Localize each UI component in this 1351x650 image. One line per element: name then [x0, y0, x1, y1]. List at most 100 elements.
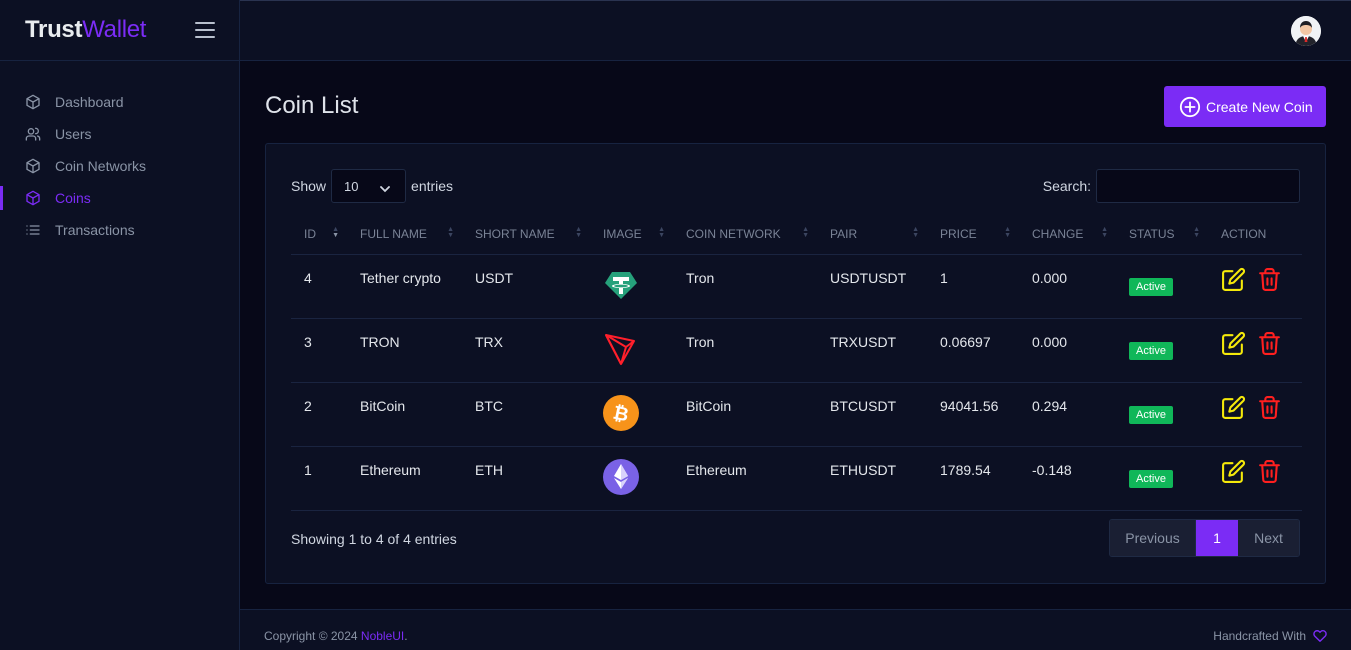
- status-badge: Active: [1129, 469, 1173, 488]
- cell-full-name: Tether crypto: [347, 254, 462, 319]
- edit-icon[interactable]: [1221, 395, 1246, 420]
- column-header-id[interactable]: ID ▲ ▼: [291, 214, 347, 255]
- column-header-change[interactable]: CHANGE ▲ ▼: [1019, 214, 1116, 255]
- sort-icon: ▲ ▼: [1193, 226, 1200, 239]
- pagination-previous-button[interactable]: Previous: [1110, 520, 1196, 556]
- cell-action: [1208, 446, 1302, 511]
- sort-icon: ▲ ▼: [332, 226, 339, 239]
- cell-action: [1208, 382, 1302, 447]
- pagination-next-button[interactable]: Next: [1238, 520, 1299, 556]
- cell-id: 2: [291, 382, 347, 447]
- cell-status: Active: [1116, 254, 1208, 319]
- list-icon: [25, 222, 41, 238]
- cell-status: Active: [1116, 318, 1208, 383]
- handcrafted-text: Handcrafted With: [1213, 629, 1327, 643]
- sidebar-item-transactions[interactable]: Transactions: [0, 214, 239, 246]
- search-input[interactable]: [1096, 169, 1300, 203]
- cell-price: 94041.56: [927, 382, 1019, 447]
- cell-short-name: TRX: [462, 318, 590, 383]
- entries-select-value: 10: [344, 178, 359, 194]
- cell-pair: BTCUSDT: [817, 382, 927, 447]
- cell-full-name: TRON: [347, 318, 462, 383]
- column-header-price[interactable]: PRICE ▲ ▼: [927, 214, 1019, 255]
- cell-price: 0.06697: [927, 318, 1019, 383]
- sidebar-item-label: Transactions: [55, 222, 135, 238]
- cell-change: 0.000: [1019, 318, 1116, 383]
- pagination-page-1[interactable]: 1: [1196, 520, 1238, 556]
- trash-icon[interactable]: [1257, 331, 1282, 356]
- cell-short-name: USDT: [462, 254, 590, 319]
- cell-status: Active: [1116, 382, 1208, 447]
- sidebar-item-dashboard[interactable]: Dashboard: [0, 86, 239, 118]
- box-icon: [25, 94, 41, 110]
- column-header-coin-network[interactable]: COIN NETWORK ▲ ▼: [673, 214, 817, 255]
- cell-coin-network: BitCoin: [673, 382, 817, 447]
- cell-action: [1208, 318, 1302, 383]
- edit-icon[interactable]: [1221, 459, 1246, 484]
- cell-action: [1208, 254, 1302, 319]
- tether-logo-icon: [603, 267, 639, 303]
- entries-select[interactable]: 10: [331, 169, 407, 203]
- table-row: 2 BitCoin BTC ₿ BitCoin BTCUSDT 94041.56…: [291, 382, 1302, 447]
- column-header-image[interactable]: IMAGE ▲ ▼: [590, 214, 673, 255]
- ethereum-logo-icon: [603, 458, 639, 495]
- trash-icon[interactable]: [1257, 395, 1282, 420]
- box-icon: [25, 158, 41, 174]
- column-header-short-name[interactable]: SHORT NAME ▲ ▼: [462, 214, 590, 255]
- edit-icon[interactable]: [1221, 267, 1246, 292]
- box-icon: [25, 190, 41, 206]
- brand-logo-part2: Wallet: [82, 16, 147, 43]
- create-new-coin-label: Create New Coin: [1206, 98, 1313, 115]
- table-row: 1 Ethereum ETH Ethereum ETHUSDT 1789.54 …: [291, 446, 1302, 511]
- table-header-row: ID ▲ ▼ FULL NAME ▲ ▼ SHORT NAME ▲ ▼ IMAGE ▲ ▼ CO…: [291, 214, 1302, 255]
- coin-table: ID ▲ ▼ FULL NAME ▲ ▼ SHORT NAME ▲ ▼ IMAGE ▲ ▼ CO…: [291, 214, 1302, 511]
- plus-circle-icon: [1179, 96, 1201, 118]
- nobleui-link[interactable]: NobleUI: [361, 629, 404, 643]
- status-badge: Active: [1129, 405, 1173, 424]
- cell-status: Active: [1116, 446, 1208, 511]
- copyright-text: Copyright © 2024 NobleUI.: [264, 629, 408, 643]
- trash-icon[interactable]: [1257, 267, 1282, 292]
- table-info: Showing 1 to 4 of 4 entries: [291, 531, 457, 547]
- cell-id: 3: [291, 318, 347, 383]
- cell-image: [590, 318, 673, 383]
- top-bar: [240, 0, 1351, 61]
- entries-length-control: Show 10 entries: [291, 169, 453, 203]
- search-label: Search:: [1042, 178, 1091, 194]
- sidebar-item-coin-networks[interactable]: Coin Networks: [0, 150, 239, 182]
- cell-change: 0.000: [1019, 254, 1116, 319]
- user-avatar[interactable]: [1291, 16, 1321, 46]
- sort-icon: ▲ ▼: [658, 226, 665, 239]
- edit-icon[interactable]: [1221, 331, 1246, 356]
- brand-header: TrustWallet: [0, 0, 239, 61]
- chevron-down-icon: [379, 182, 391, 193]
- cell-full-name: BitCoin: [347, 382, 462, 447]
- sidebar-item-users[interactable]: Users: [0, 118, 239, 150]
- column-header-pair[interactable]: PAIR ▲ ▼: [817, 214, 927, 255]
- cell-price: 1789.54: [927, 446, 1019, 511]
- create-new-coin-button[interactable]: Create New Coin: [1164, 86, 1326, 127]
- entries-label: entries: [411, 178, 454, 194]
- status-badge: Active: [1129, 341, 1173, 360]
- column-header-action: ACTION: [1208, 214, 1302, 255]
- sort-icon: ▲ ▼: [802, 226, 809, 239]
- table-row: 4 Tether crypto USDT Tron USDTUSDT 1 0.0…: [291, 254, 1302, 319]
- tron-logo-icon: [603, 331, 639, 367]
- sidebar-item-label: Users: [55, 126, 92, 142]
- column-header-full-name[interactable]: FULL NAME ▲ ▼: [347, 214, 462, 255]
- sidebar-item-label: Coins: [55, 190, 91, 206]
- column-header-status[interactable]: STATUS ▲ ▼: [1116, 214, 1208, 255]
- brand-logo[interactable]: TrustWallet: [25, 16, 146, 44]
- sidebar-item-coins[interactable]: Coins: [0, 182, 239, 214]
- trash-icon[interactable]: [1257, 459, 1282, 484]
- coin-table-card: Show 10 entries Search: ID ▲ ▼ FULL NAME ▲ ▼…: [265, 143, 1326, 584]
- cell-image: [590, 446, 673, 511]
- cell-image: ₿: [590, 382, 673, 447]
- cell-change: 0.294: [1019, 382, 1116, 447]
- menu-toggle-icon[interactable]: [195, 22, 215, 38]
- users-icon: [25, 126, 41, 142]
- page-title: Coin List: [265, 92, 359, 119]
- heart-icon: [1313, 629, 1327, 643]
- sidebar: TrustWallet Dashboard Users Coin Network…: [0, 0, 240, 650]
- sort-icon: ▲ ▼: [447, 226, 454, 239]
